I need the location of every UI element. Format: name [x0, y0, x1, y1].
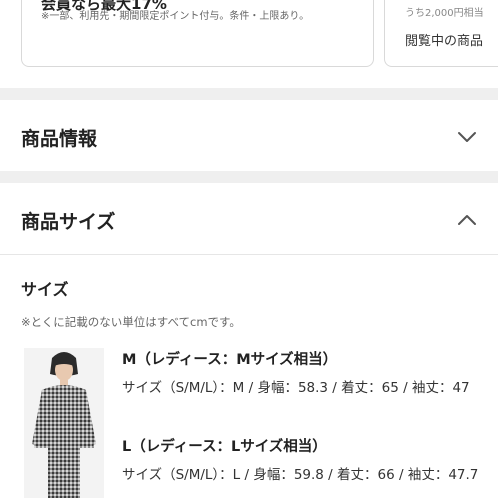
- side-card-note: うち2,000円相当: [405, 8, 484, 19]
- chevron-down-icon[interactable]: [455, 125, 479, 149]
- size-panel: サイズ ※とくに記載のない単位はすべてcmです。 M（レディース：Mサイズ相当）: [0, 256, 498, 498]
- accordion-title-product-info: 商品情報: [21, 128, 98, 150]
- accordion-product-info[interactable]: 商品情報: [0, 100, 498, 171]
- unit-note: ※とくに記載のない単位はすべてcmです。: [21, 315, 241, 329]
- chevron-up-icon[interactable]: [455, 208, 479, 232]
- accordion-product-size[interactable]: 商品サイズ: [0, 183, 498, 255]
- rewards-carousel: 会員なら最大17% ※一部、利用先・期間限定ポイント付与。条件・上限あり。 うち…: [0, 0, 498, 88]
- size-heading: サイズ: [21, 280, 69, 299]
- size-entry-title: L（レディース：Lサイズ相当）: [122, 439, 327, 455]
- promo-note: ※一部、利用先・期間限定ポイント付与。条件・上限あり。: [41, 11, 310, 22]
- section-divider: [0, 88, 498, 100]
- product-model-photo: [24, 348, 104, 498]
- model-image: [24, 348, 104, 498]
- size-entry-m: M（レディース：Mサイズ相当） サイズ（S/M/L）：M / 身幅：58.3 /…: [122, 350, 482, 398]
- size-entry-detail: サイズ（S/M/L）：L / 身幅：59.8 / 着丈：66 / 袖丈：47.7: [122, 467, 479, 483]
- accordion-title-product-size: 商品サイズ: [21, 211, 116, 233]
- viewed-items-link[interactable]: 閲覧中の商品: [405, 30, 483, 49]
- size-entry-title: M（レディース：Mサイズ相当）: [122, 352, 338, 368]
- size-entry-l: L（レディース：Lサイズ相当） サイズ（S/M/L）：L / 身幅：59.8 /…: [122, 437, 482, 485]
- viewed-items-card[interactable]: うち2,000円相当 閲覧中の商品: [384, 0, 498, 67]
- points-promo-card[interactable]: 会員なら最大17% ※一部、利用先・期間限定ポイント付与。条件・上限あり。: [21, 0, 374, 67]
- section-divider: [0, 171, 498, 183]
- size-entry-detail: サイズ（S/M/L）：M / 身幅：58.3 / 着丈：65 / 袖丈：47: [122, 380, 470, 396]
